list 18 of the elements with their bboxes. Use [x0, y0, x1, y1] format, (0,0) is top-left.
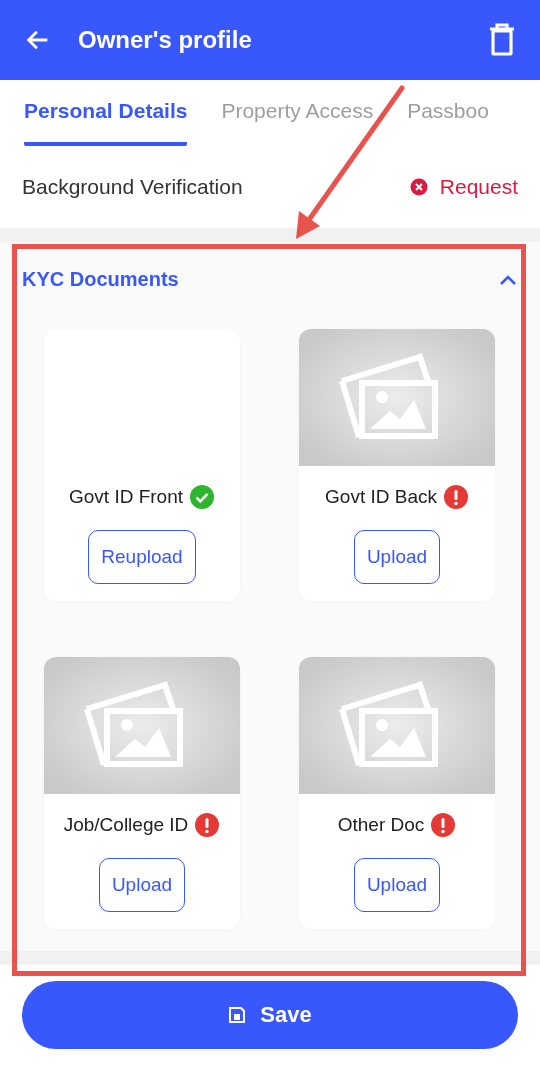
save-button[interactable]: Save — [22, 981, 518, 1049]
upload-button[interactable]: Upload — [353, 530, 441, 584]
document-label: Other Doc — [337, 814, 425, 836]
save-icon — [228, 1006, 247, 1024]
tab[interactable]: Property Access — [221, 80, 374, 146]
document-label: Job/College ID — [63, 814, 189, 836]
verification-label: Background Verification — [22, 175, 243, 199]
document-label: Govt ID Front — [69, 486, 183, 508]
upload-button[interactable]: Upload — [353, 858, 441, 912]
screen-title: Owner's profile — [78, 26, 253, 54]
tab[interactable]: Passboo — [407, 80, 489, 146]
section-title: KYC Documents — [22, 268, 179, 291]
delete-button[interactable] — [488, 23, 516, 57]
upload-button[interactable]: Reupload — [88, 530, 196, 584]
request-button[interactable]: Request — [409, 175, 518, 199]
document-label: Govt ID Back — [325, 486, 437, 508]
upload-button[interactable]: Upload — [98, 858, 186, 912]
tab[interactable]: Personal Details — [24, 80, 188, 146]
